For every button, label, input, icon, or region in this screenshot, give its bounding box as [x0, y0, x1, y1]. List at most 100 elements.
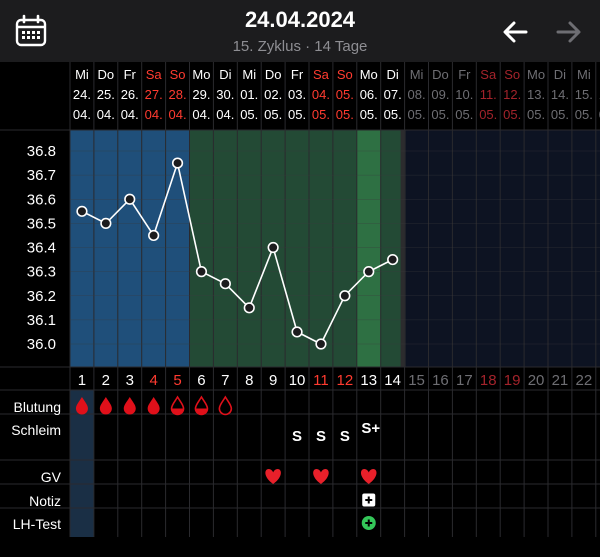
cycle-chart[interactable]: Mi 24. 04. Do 25. 04. Fr 26. 04. Sa 27. 04. So 28. 04.…: [0, 62, 600, 557]
temperature-point[interactable]: [363, 266, 375, 278]
y-tick-label: 36.2: [27, 288, 56, 305]
header-day: 13.: [527, 87, 545, 102]
header-weekday: Sa: [313, 67, 330, 82]
header-month: 04.: [145, 107, 163, 122]
header-weekday: Mo: [360, 67, 378, 82]
cycle-day-number: 8: [245, 372, 253, 389]
arrow-right-icon[interactable]: [552, 16, 584, 48]
y-tick-label: 36.3: [27, 264, 56, 281]
header-weekday: So: [170, 67, 186, 82]
header-weekday: Sa: [480, 67, 497, 82]
temperature-point[interactable]: [267, 241, 279, 254]
header-month: 05.: [288, 107, 306, 122]
header-weekday: Mo: [192, 67, 210, 82]
y-tick-label: 36.4: [27, 240, 56, 257]
header-day: 02.: [264, 87, 282, 102]
row-label-lh-test: LH-Test: [13, 516, 61, 532]
cycle-day-number: 20: [528, 372, 545, 389]
cycle-day-number: 15: [408, 372, 425, 389]
cycle-day-number: 10: [289, 372, 306, 389]
phase-future: [404, 130, 600, 367]
cycle-day-number: 14: [384, 372, 401, 389]
header-day: 08.: [408, 87, 426, 102]
header-month: 05.: [551, 107, 569, 122]
header-weekday: So: [504, 67, 520, 82]
header-weekday: Do: [432, 67, 449, 82]
header-weekday: Di: [219, 67, 231, 82]
cycle-day-number: 7: [221, 372, 229, 389]
row-label-intercourse: GV: [41, 469, 62, 485]
header-day: 28.: [169, 87, 187, 102]
temperature-point[interactable]: [387, 253, 399, 266]
header-day: 07.: [384, 87, 402, 102]
header-day: 29.: [192, 87, 210, 102]
temperature-point[interactable]: [171, 157, 184, 169]
cycle-day-number: 13: [360, 372, 377, 389]
temperature-axis: 36.8 36.7 36.6 36.5 36.4 36.3 36.2 36.1 36.0: [27, 143, 56, 353]
cycle-day-number: 9: [269, 372, 277, 389]
header-month: 04.: [121, 107, 139, 122]
header-day: 04.: [312, 87, 330, 102]
mucus-marker[interactable]: S: [340, 428, 350, 445]
header-day: 11.: [480, 87, 497, 102]
header-day: 15.: [575, 87, 593, 102]
header-month: 05.: [360, 107, 378, 122]
cycle-day-number: 1: [78, 372, 86, 389]
cycle-day-number: 16: [432, 372, 449, 389]
header-weekday: Mi: [75, 67, 89, 82]
mucus-marker[interactable]: S: [316, 428, 326, 445]
header-month: 05.: [408, 107, 426, 122]
y-tick-label: 36.8: [27, 143, 56, 160]
temperature-point[interactable]: [219, 278, 231, 290]
header-weekday: Di: [554, 67, 566, 82]
lh-test-positive-icon[interactable]: [361, 516, 376, 530]
header-weekday: Di: [387, 67, 399, 82]
header-day: 06.: [360, 87, 378, 102]
header-weekday: Mi: [242, 67, 256, 82]
row-label-mucus: Schleim: [11, 422, 61, 438]
header-weekday: Do: [265, 67, 282, 82]
row-label-note: Notiz: [29, 493, 61, 509]
header-month: 04.: [169, 107, 187, 122]
header-day: 12.: [503, 87, 521, 102]
mucus-marker[interactable]: S: [292, 428, 302, 445]
header-month: 05.: [384, 107, 402, 122]
arrow-left-icon[interactable]: [500, 16, 532, 48]
temperature-point[interactable]: [243, 302, 255, 314]
header-month: 05.: [575, 107, 593, 122]
header-month: 05.: [312, 107, 330, 122]
header-month: 05.: [336, 107, 354, 122]
header-month: 05.: [240, 107, 258, 122]
temperature-point[interactable]: [291, 326, 303, 338]
temperature-point[interactable]: [124, 193, 136, 205]
y-tick-label: 36.5: [27, 215, 56, 232]
header-day: 24.: [73, 87, 91, 102]
cycle-day-number: 3: [126, 372, 134, 389]
header-weekday: Mi: [577, 67, 591, 82]
header-month: 05.: [264, 107, 282, 122]
header-day: 05.: [336, 87, 354, 102]
header-month: 04.: [73, 107, 91, 122]
header-month: 05.: [479, 107, 497, 122]
cycle-day-number: 4: [149, 372, 157, 389]
header-month: 04.: [216, 107, 234, 122]
header-day: 09.: [431, 87, 449, 102]
cycle-day-number: 2: [102, 372, 110, 389]
cycle-day-number: 22: [576, 372, 593, 389]
temperature-point[interactable]: [315, 338, 327, 350]
cycle-day-number: 12: [337, 372, 354, 389]
temperature-point[interactable]: [148, 229, 160, 242]
header-month: 05.: [431, 107, 449, 122]
y-tick-label: 36.0: [27, 336, 56, 353]
temperature-point[interactable]: [195, 266, 208, 278]
header-weekday: Fr: [458, 67, 471, 82]
note-plus-icon[interactable]: [362, 493, 376, 507]
header-weekday: Mi: [410, 67, 424, 82]
cycle-day-number: 17: [456, 372, 473, 389]
header-day: 25.: [97, 87, 115, 102]
temperature-point[interactable]: [339, 290, 351, 302]
temperature-point[interactable]: [100, 217, 112, 229]
cycle-day-number: 21: [552, 372, 569, 389]
temperature-point[interactable]: [76, 205, 88, 217]
mucus-marker[interactable]: S+: [361, 420, 380, 437]
